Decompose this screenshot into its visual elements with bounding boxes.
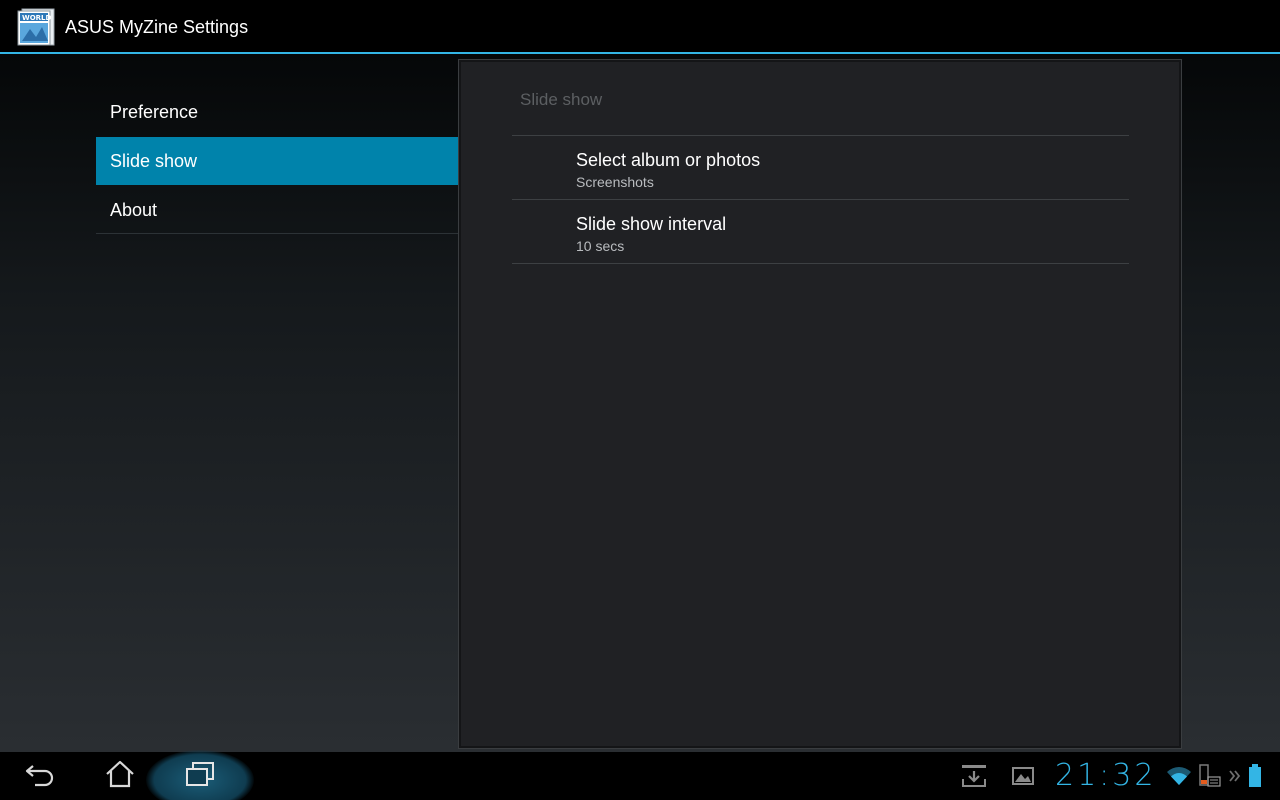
home-icon [104,759,136,793]
pref-item-title: Select album or photos [576,150,761,170]
header-item-preference[interactable]: Preference [96,88,458,136]
pref-item-slide-show-interval[interactable]: Slide show interval 10 secs [512,200,1129,264]
myzine-app-icon[interactable]: WORLD [16,7,58,47]
pref-item-title: Slide show interval [576,214,727,234]
header-item-label: Slide show [110,151,198,171]
recent-apps-icon [184,760,216,792]
clock[interactable]: 21:32 [1055,760,1156,792]
pref-item-summary: 10 secs [576,238,625,254]
header-item-label: About [110,200,158,220]
back-icon [23,760,57,792]
screen: WORLD ASUS MyZine Settings Preference Sl… [0,0,1280,800]
header-list: Preference Slide show About [96,88,458,234]
pref-item-summary: Screenshots [576,174,654,190]
action-bar: WORLD ASUS MyZine Settings [0,0,1280,54]
header-item-label: Preference [110,102,199,122]
app-title: ASUS MyZine Settings [65,17,249,37]
header-item-about[interactable]: About [96,186,458,234]
download-icon[interactable] [960,752,988,800]
battery-icon [1248,752,1262,800]
app-icon-text: WORLD [22,14,52,22]
recent-apps-button[interactable] [160,752,240,800]
wifi-icon [1166,752,1192,800]
pref-item-select-album[interactable]: Select album or photos Screenshots [512,136,1129,200]
panel-title: Slide show [520,90,603,109]
back-button[interactable] [0,752,80,800]
system-bar: 21:32 [0,750,1280,800]
battery-keyboard-icon [1196,752,1222,800]
home-button[interactable] [80,752,160,800]
gallery-icon[interactable] [1011,752,1035,800]
header-item-slide-show[interactable]: Slide show [96,137,458,185]
detail-panel: Slide show Select album or photos Screen… [458,59,1182,749]
preference-list: Select album or photos Screenshots Slide… [512,135,1129,264]
chevron-icon[interactable] [1228,752,1242,800]
